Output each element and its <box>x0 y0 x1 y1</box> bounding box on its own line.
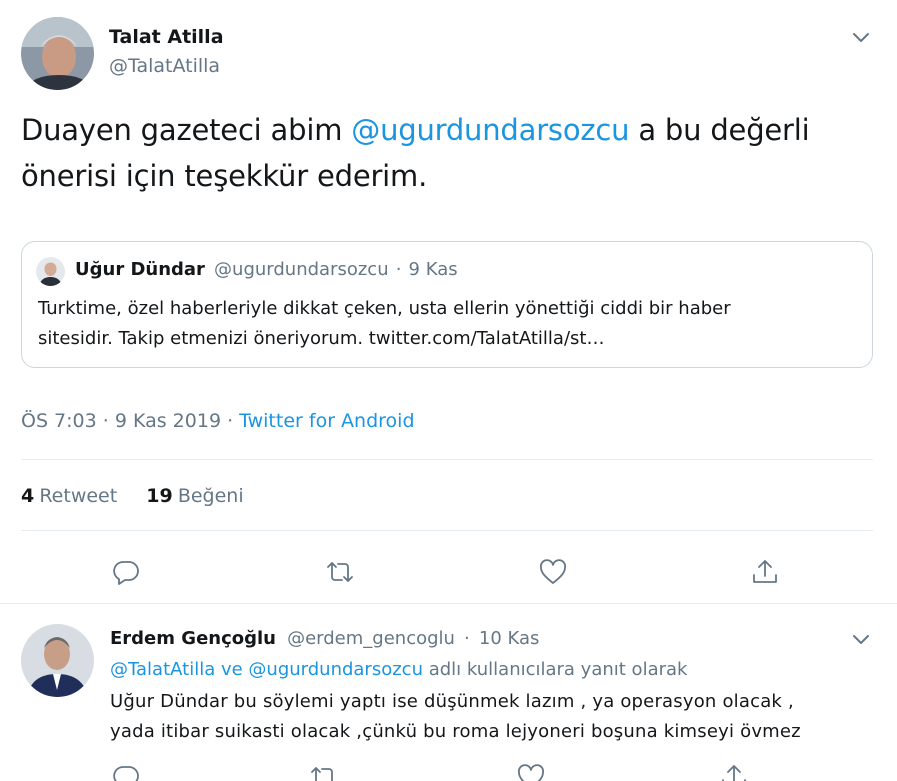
quoted-tweet-card[interactable]: Uğur Dündar @ugurdundarsozcu · 9 Kas Tur… <box>21 241 873 368</box>
like-icon[interactable] <box>538 557 568 587</box>
retweet-icon[interactable] <box>309 762 339 781</box>
reply-to-conjunction: ve <box>215 659 249 680</box>
reply-date[interactable]: 10 Kas <box>479 628 540 649</box>
tweet-separator <box>0 603 897 604</box>
mention-link[interactable]: @ugurdundarsozcu <box>351 113 629 147</box>
tweet-text-part: Duayen gazeteci abim <box>21 113 352 147</box>
tweet-text: Duayen gazeteci abim @ugurdundarsozcu a … <box>21 107 881 199</box>
quoted-text-line: Turktime, özel haberleriyle dikkat çeken… <box>38 298 731 319</box>
chevron-down-icon[interactable] <box>850 26 872 48</box>
separator-dot: · <box>395 259 402 280</box>
author-avatar[interactable] <box>21 17 94 90</box>
reply-author-handle[interactable]: @erdem_gencoglu <box>287 628 455 649</box>
reply-author-avatar[interactable] <box>21 624 94 697</box>
mention-link[interactable]: @TalatAtilla <box>110 659 215 680</box>
separator-dot: · <box>464 628 470 649</box>
like-count: 19 <box>146 485 173 507</box>
tweet-text-line: önerisi için teşekkür ederim. <box>21 159 428 193</box>
retweet-count: 4 <box>21 485 35 507</box>
reply-author-name[interactable]: Erdem Gençoğlu <box>110 628 276 649</box>
reply-icon[interactable] <box>111 557 141 587</box>
like-icon[interactable] <box>516 762 546 781</box>
tweet-text-part: a bu değerli <box>629 113 810 147</box>
retweet-stat[interactable]: 4 Retweet <box>21 485 122 507</box>
source-link[interactable]: Twitter for Android <box>239 410 414 432</box>
quoted-text-line: sitesidir. Takip etmenizi öneriyorum. tw… <box>38 328 605 349</box>
reply-icon[interactable] <box>111 762 141 781</box>
quoted-author-name: Uğur Dündar <box>75 259 205 280</box>
retweet-icon[interactable] <box>325 557 355 587</box>
reply-text: Uğur Dündar bu söylemi yaptı ise düşünme… <box>110 687 880 747</box>
quoted-author-handle: @ugurdundarsozcu <box>214 259 389 280</box>
divider <box>21 530 873 531</box>
like-label: Beğeni <box>177 485 244 507</box>
like-stat[interactable]: 19 Beğeni <box>146 485 244 507</box>
quoted-date: 9 Kas <box>408 259 458 280</box>
divider <box>21 459 873 460</box>
tweet-timestamp: ÖS 7:03 · 9 Kas 2019 · Twitter for Andro… <box>21 410 415 432</box>
author-handle[interactable]: @TalatAtilla <box>109 55 220 77</box>
chevron-down-icon[interactable] <box>850 628 872 650</box>
retweet-label: Retweet <box>39 485 118 507</box>
timestamp-text[interactable]: ÖS 7:03 · 9 Kas 2019 · <box>21 410 239 432</box>
replying-to: @TalatAtilla ve @ugurdundarsozcu adlı ku… <box>110 659 687 680</box>
author-name[interactable]: Talat Atilla <box>109 26 224 48</box>
reply-to-suffix: adlı kullanıcılara yanıt olarak <box>422 659 688 680</box>
quoted-text: Turktime, özel haberleriyle dikkat çeken… <box>38 294 868 354</box>
reply-text-line: yada itibar suikasti olacak ,çünkü bu ro… <box>110 721 801 742</box>
mention-link[interactable]: @ugurdundarsozcu <box>248 659 423 680</box>
share-icon[interactable] <box>750 557 780 587</box>
tweet-stats: 4 Retweet 19 Beğeni <box>21 485 244 507</box>
reply-text-line: Uğur Dündar bu söylemi yaptı ise düşünme… <box>110 691 794 712</box>
share-icon[interactable] <box>719 762 749 781</box>
quoted-author-avatar <box>36 257 65 286</box>
